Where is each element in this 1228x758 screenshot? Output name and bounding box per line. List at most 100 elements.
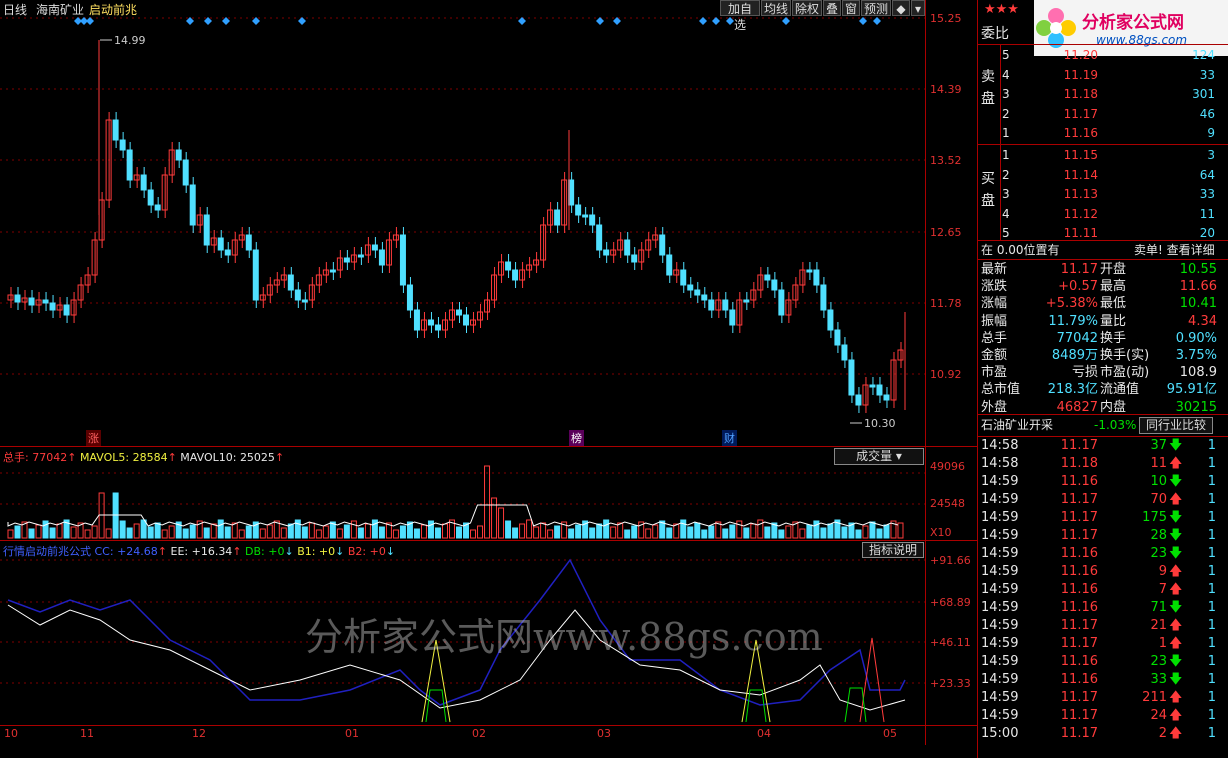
candle-body	[329, 269, 336, 273]
volume-bar	[399, 525, 406, 539]
volume-bar	[133, 523, 140, 539]
quote-value: 95.91亿	[1166, 382, 1217, 398]
buy-row[interactable]: 5 11.11 20	[978, 224, 1218, 242]
order-level: 4	[1002, 206, 1010, 221]
volume-bar	[729, 524, 736, 539]
tick-volume: 23	[1150, 546, 1167, 561]
industry-name[interactable]: 石油矿业开采	[981, 416, 1053, 434]
tick-row: 15:00 11.17 2 🡅 1	[978, 725, 1218, 743]
volume-bar	[687, 526, 694, 539]
candle-body	[434, 324, 441, 331]
volume-bar	[617, 522, 624, 539]
volume-bar	[484, 465, 491, 539]
industry-compare-button[interactable]: 同行业比较	[1139, 417, 1213, 434]
event-tag-finance[interactable]: 财	[722, 430, 737, 446]
signal-diamond-icon	[298, 17, 306, 25]
sell-row[interactable]: 4 11.19 33	[978, 66, 1218, 84]
tick-row: 14:58 11.17 37 🡇 1	[978, 437, 1218, 455]
low-price-label: 10.30	[864, 417, 896, 430]
volume-bar	[126, 527, 133, 539]
tick-volume: 37	[1150, 438, 1167, 453]
volume-bar	[322, 525, 329, 539]
order-price: 11.11	[1063, 226, 1098, 240]
db-value: DB: +0	[245, 545, 285, 558]
quote-value: 77042	[1056, 330, 1098, 346]
tick-volume: 7	[1158, 582, 1167, 597]
order-level: 1	[1002, 126, 1010, 140]
volume-bar	[343, 524, 350, 539]
quote-value: 3.75%	[1175, 348, 1217, 363]
buy-row[interactable]: 1 11.15 3	[978, 146, 1218, 164]
event-tag-dragon-list[interactable]: 榜	[569, 430, 584, 446]
volume-bar	[161, 529, 168, 539]
sell-row[interactable]: 5 11.20 124	[978, 46, 1218, 64]
chart-area[interactable]: 日线 海南矿业 启动前兆 加自选 均线 除权 叠 窗 预测 ◆ ▾ 15.25 …	[0, 0, 978, 758]
buy-row[interactable]: 4 11.12 11	[978, 205, 1218, 223]
tick-price: 11.16	[1060, 474, 1098, 489]
candle-body	[399, 234, 406, 286]
buy-row[interactable]: 3 11.13 33	[978, 185, 1218, 203]
tick-volume: 33	[1150, 672, 1167, 687]
indicator-help-button[interactable]: 指标说明	[862, 542, 924, 558]
tick-price: 11.17	[1060, 492, 1098, 507]
tick-volume: 23	[1150, 654, 1167, 669]
view-detail-link[interactable]: 卖单! 查看详细	[1134, 241, 1215, 259]
candle-body	[371, 244, 378, 251]
candle-body	[406, 284, 413, 311]
tick-row: 14:59 11.17 21 🡅 1	[978, 617, 1218, 635]
candle-body	[189, 184, 196, 226]
sell-row[interactable]: 3 11.18 301	[978, 85, 1218, 103]
tick-count: 1	[1207, 726, 1216, 741]
event-tag-limit-up[interactable]: 涨	[86, 430, 101, 446]
candle-body	[119, 139, 126, 151]
arrow-up-icon: 🡅	[1169, 564, 1183, 579]
volume-bar	[7, 529, 14, 539]
sell-row[interactable]: 2 11.17 46	[978, 105, 1218, 123]
volume-bar	[119, 520, 126, 539]
candle-body	[855, 394, 862, 406]
quote-label: 最新	[981, 262, 1008, 277]
arrow-up-icon: 🡅	[1169, 726, 1183, 741]
date-tick: 02	[472, 727, 486, 740]
date-tick: 03	[597, 727, 611, 740]
arrow-down-icon: 🡇	[1169, 654, 1183, 669]
order-level: 5	[1002, 226, 1010, 240]
volume-bar	[210, 523, 217, 539]
signal-diamond-icon	[873, 17, 881, 25]
candle-body	[589, 214, 596, 226]
candle-body	[378, 249, 385, 266]
indicator-legend: 行情启动前兆公式 CC: +24.68↑ EE: +16.34↑ DB: +0↓…	[3, 545, 396, 558]
volume-bar	[624, 529, 631, 539]
tick-time: 14:59	[981, 636, 1019, 651]
tick-count: 1	[1207, 456, 1216, 471]
candle-body	[680, 269, 687, 286]
arrow-up-icon: 🡅	[1169, 708, 1183, 723]
buy-row[interactable]: 2 11.14 64	[978, 166, 1218, 184]
volume-bar	[869, 521, 876, 539]
tick-row: 14:58 11.18 11 🡅 1	[978, 455, 1218, 473]
quote-label: 流通值	[1100, 382, 1140, 398]
total-volume-value: 77042	[32, 451, 68, 464]
quote-label: 市盈	[981, 365, 1008, 381]
arrow-up-icon: 🡅	[1169, 690, 1183, 705]
candle-body	[778, 289, 785, 316]
quote-row: 总手 77042 换手 0.90%	[978, 330, 1218, 348]
quote-label: 市盈(动)	[1100, 365, 1150, 381]
tick-count: 1	[1207, 474, 1216, 489]
candle-body	[659, 234, 666, 256]
quote-value: 亏损	[1071, 365, 1098, 381]
tick-row: 14:59 11.17 28 🡇 1	[978, 527, 1218, 545]
quote-row: 最新 11.17 开盘 10.55	[978, 261, 1218, 279]
date-tick: 10	[4, 727, 18, 740]
watermark: 分析家公式网www.88gs.com	[305, 615, 823, 659]
volume-selector[interactable]: 成交量 ▾	[834, 448, 924, 465]
volume-bar	[308, 522, 315, 539]
arrow-up-icon: 🡅	[1169, 618, 1183, 633]
sell-row[interactable]: 1 11.16 9	[978, 124, 1218, 142]
tick-count: 1	[1207, 708, 1216, 723]
arrow-down-icon: 🡇	[1169, 672, 1183, 687]
quote-label: 最低	[1100, 296, 1127, 312]
volume-bar	[477, 525, 484, 539]
candle-body	[147, 189, 154, 206]
position-bar[interactable]: 在 0.00位置有 卖单! 查看详细	[978, 241, 1218, 259]
